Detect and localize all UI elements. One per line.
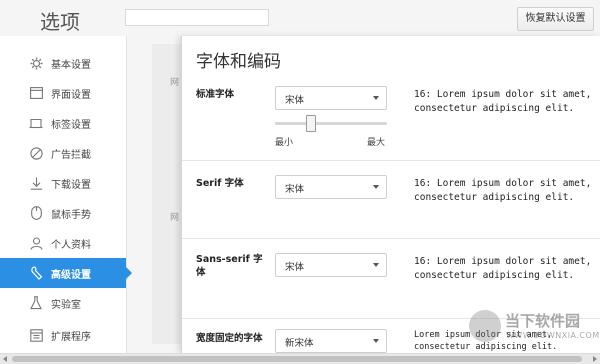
horizontal-scrollbar[interactable] bbox=[0, 353, 600, 364]
background-label: 网 bbox=[170, 213, 180, 223]
serif-font-preview: 16: Lorem ipsum dolor sit amet, consecte… bbox=[414, 178, 592, 203]
reset-defaults-button[interactable]: 恢复默认设置 bbox=[517, 7, 594, 31]
slider-min-label: 最小 bbox=[275, 138, 294, 148]
flask-icon bbox=[28, 295, 44, 311]
sidebar-item-label: 广告拦截 bbox=[51, 149, 91, 161]
sidebar-item-interface[interactable]: 界面设置 bbox=[0, 78, 126, 108]
sidebar-item-tabs[interactable]: 标签设置 bbox=[0, 108, 126, 138]
user-icon bbox=[28, 235, 44, 251]
sidebar-item-extensions[interactable]: 扩展程序 bbox=[0, 320, 126, 350]
sidebar-item-label: 界面设置 bbox=[51, 89, 91, 101]
gear-icon bbox=[28, 55, 44, 71]
sidebar-item-download[interactable]: 下载设置 bbox=[0, 168, 126, 198]
chevron-down-icon bbox=[373, 263, 379, 267]
standard-font-label: 标准字体 bbox=[196, 89, 235, 100]
select-value: 宋体 bbox=[285, 95, 305, 106]
chevron-down-icon bbox=[373, 96, 379, 100]
sidebar-item-label: 基本设置 bbox=[51, 59, 91, 71]
watermark-url: WWW.DOWNXIA.COM bbox=[506, 331, 600, 340]
search-input[interactable] bbox=[125, 9, 269, 26]
watermark-logo-icon bbox=[469, 310, 501, 342]
select-value: 新宋体 bbox=[285, 338, 314, 349]
fixed-width-font-label: 宽度固定的字体 bbox=[196, 333, 263, 344]
sans-serif-font-label: Sans-serif 字体 bbox=[196, 254, 263, 278]
select-value: 宋体 bbox=[285, 262, 305, 273]
sidebar-item-basic[interactable]: 基本设置 bbox=[0, 48, 126, 78]
standard-font-select[interactable]: 宋体 bbox=[275, 86, 387, 110]
sans-serif-font-select[interactable]: 宋体 bbox=[275, 253, 387, 277]
top-bar: 选项 恢复默认设置 bbox=[0, 0, 600, 36]
sidebar-item-profile[interactable]: 个人资料 bbox=[0, 228, 126, 258]
scroll-right-icon[interactable] bbox=[593, 356, 597, 362]
sidebar-item-label: 扩展程序 bbox=[51, 331, 91, 343]
tab-icon bbox=[28, 115, 44, 131]
sidebar-item-mouse[interactable]: 鼠标手势 bbox=[0, 198, 126, 228]
scroll-left-icon[interactable] bbox=[3, 356, 7, 362]
sidebar-item-lab[interactable]: 实验室 bbox=[0, 288, 126, 318]
sans-serif-font-preview: 16: Lorem ipsum dolor sit amet, consecte… bbox=[414, 256, 592, 281]
fixed-width-font-select[interactable]: 新宋体 bbox=[275, 329, 387, 353]
watermark-text: 当下软件园 bbox=[505, 312, 581, 330]
sidebar-item-advanced[interactable]: 高级设置 bbox=[0, 258, 132, 288]
chevron-down-icon bbox=[373, 185, 379, 189]
puzzle-icon bbox=[28, 327, 44, 343]
window-icon bbox=[28, 85, 44, 101]
sidebar-item-adblock[interactable]: 广告拦截 bbox=[0, 138, 126, 168]
sidebar: 基本设置 界面设置 标签设置 广告拦截 下载设置 鼠标手势 个人资料 高级设置 … bbox=[0, 36, 132, 353]
serif-font-select[interactable]: 宋体 bbox=[275, 175, 387, 199]
panel-title: 字体和编码 bbox=[196, 52, 281, 72]
block-icon bbox=[28, 145, 44, 161]
scrollbar-thumb[interactable] bbox=[12, 356, 582, 362]
download-icon bbox=[28, 175, 44, 191]
serif-font-label: Serif 字体 bbox=[196, 178, 244, 189]
sidebar-item-label: 实验室 bbox=[51, 299, 81, 311]
wrench-icon bbox=[28, 265, 44, 281]
slider-max-label: 最大 bbox=[367, 138, 386, 148]
divider bbox=[182, 238, 600, 239]
background-label: 网 bbox=[170, 78, 180, 88]
select-value: 宋体 bbox=[285, 184, 305, 195]
mouse-icon bbox=[28, 205, 44, 221]
sidebar-item-label: 下载设置 bbox=[51, 179, 91, 191]
sidebar-item-label: 个人资料 bbox=[51, 239, 91, 251]
font-size-slider-thumb[interactable] bbox=[305, 115, 316, 132]
font-size-slider-track[interactable] bbox=[275, 122, 387, 125]
chevron-down-icon bbox=[373, 339, 379, 343]
page-title: 选项 bbox=[40, 10, 80, 34]
fonts-encoding-panel: 字体和编码 标准字体 宋体 16: Lorem ipsum dolor sit … bbox=[181, 36, 600, 353]
sidebar-item-label: 标签设置 bbox=[51, 119, 91, 131]
divider bbox=[182, 160, 600, 161]
sidebar-item-label: 高级设置 bbox=[51, 269, 91, 281]
standard-font-preview: 16: Lorem ipsum dolor sit amet, consecte… bbox=[414, 89, 592, 114]
sidebar-item-label: 鼠标手势 bbox=[51, 209, 91, 221]
